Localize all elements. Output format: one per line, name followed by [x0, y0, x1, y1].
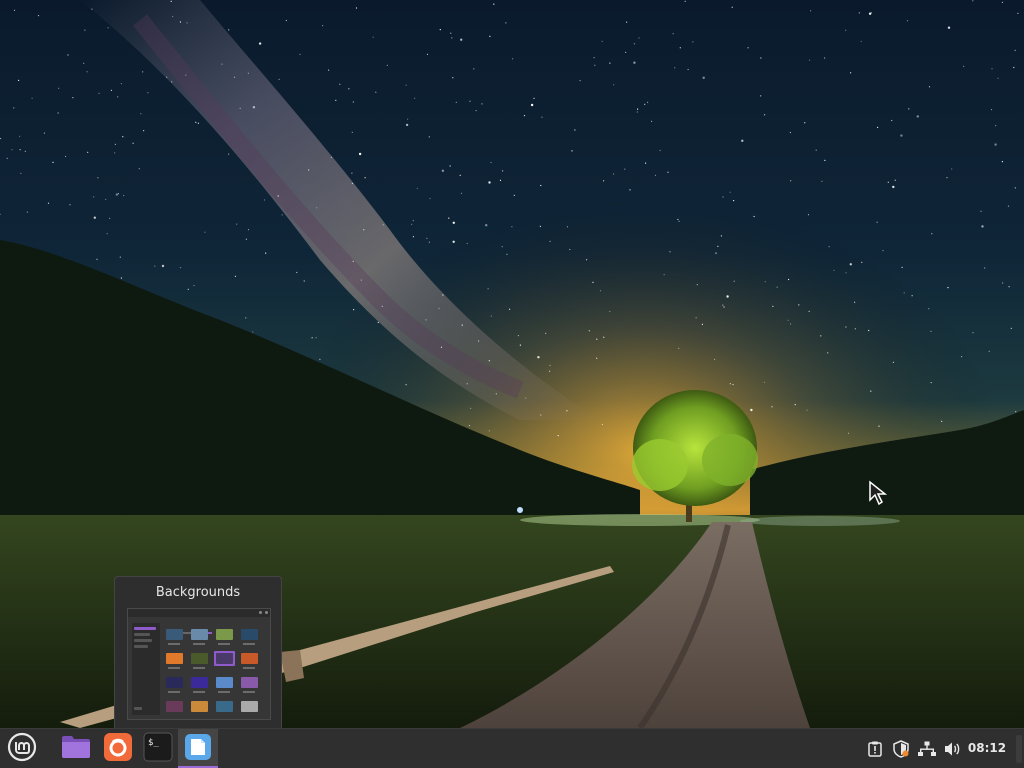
- terminal-icon: $_: [143, 732, 173, 766]
- security-shield-icon[interactable]: [888, 729, 914, 768]
- backgrounds-launcher[interactable]: [178, 729, 218, 768]
- volume-icon[interactable]: [940, 729, 966, 768]
- menu-button[interactable]: [0, 729, 44, 768]
- backgrounds-app-icon: [183, 732, 213, 766]
- clock[interactable]: 08:12: [964, 729, 1010, 768]
- panel-edge-handle: [1016, 735, 1022, 763]
- system-tray: [862, 729, 966, 768]
- taskbar-panel: $_ 08:12: [0, 728, 1024, 768]
- thumbnail-wallpaper-grid: [164, 627, 268, 717]
- window-preview-thumbnail[interactable]: [127, 608, 271, 720]
- folder-icon: [61, 734, 91, 764]
- update-manager-icon[interactable]: [862, 729, 888, 768]
- firefox-icon: [103, 732, 133, 766]
- network-icon[interactable]: [914, 729, 940, 768]
- linux-mint-logo-icon: [7, 732, 37, 766]
- thumbnail-sidebar: [132, 623, 160, 715]
- files-launcher[interactable]: [56, 729, 96, 768]
- svg-text:$_: $_: [148, 738, 159, 748]
- window-preview-tooltip[interactable]: Backgrounds: [114, 576, 282, 728]
- mouse-cursor-icon: [868, 480, 890, 506]
- firefox-launcher[interactable]: [98, 729, 138, 768]
- terminal-launcher[interactable]: $_: [138, 729, 178, 768]
- window-preview-title: Backgrounds: [155, 585, 241, 600]
- thumbnail-tabs: [180, 619, 240, 634]
- thumbnail-titlebar: [128, 609, 270, 617]
